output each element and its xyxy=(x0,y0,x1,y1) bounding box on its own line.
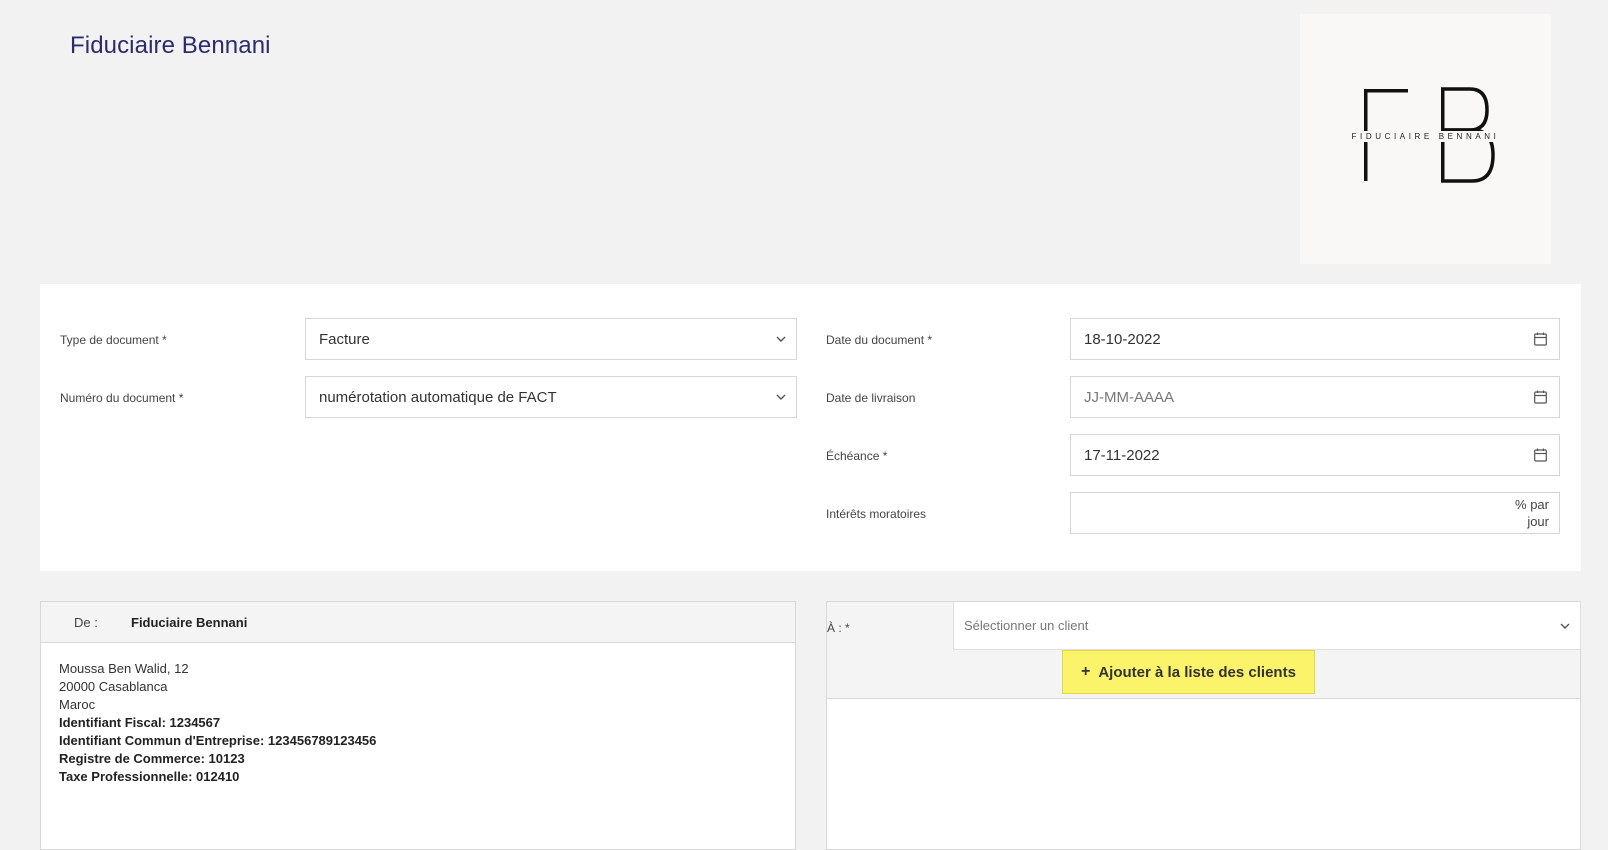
document-number-value: numérotation automatique de FACT xyxy=(319,388,557,406)
document-date-input[interactable]: 18-10-2022 xyxy=(1070,318,1560,360)
sender-tp: Taxe Professionnelle: 012410 xyxy=(59,769,240,784)
document-type-label: Type de document * xyxy=(60,333,167,347)
recipient-header: À : * Sélectionner un client + Ajouter à… xyxy=(827,602,1581,699)
document-date-label: Date du document * xyxy=(826,333,933,347)
sender-details: Moussa Ben Walid, 12 20000 Casablanca Ma… xyxy=(59,660,376,786)
due-date-label: Échéance * xyxy=(826,449,888,463)
calendar-icon[interactable] xyxy=(1534,390,1547,404)
recipient-card: À : * Sélectionner un client + Ajouter à… xyxy=(826,601,1581,850)
chevron-down-icon xyxy=(776,394,786,400)
add-client-button-label: Ajouter à la liste des clients xyxy=(1098,663,1296,681)
sender-rc: Registre de Commerce: 10123 xyxy=(59,751,245,766)
client-select-placeholder: Sélectionner un client xyxy=(964,618,1089,633)
logo-tagline: FIDUCIAIRE BENNANI xyxy=(1338,131,1513,142)
document-type-select[interactable]: Facture xyxy=(305,318,797,360)
sender-country: Maroc xyxy=(59,697,96,712)
due-date-value: 17-11-2022 xyxy=(1084,446,1160,464)
late-interest-input[interactable]: % par jour xyxy=(1070,492,1560,534)
sender-name: Fiduciaire Bennani xyxy=(131,615,248,630)
sender-label: De : xyxy=(74,615,98,630)
document-details-form: Type de document * Facture Numéro du doc… xyxy=(40,284,1581,571)
chevron-down-icon xyxy=(1560,623,1570,629)
sender-address-line2: 20000 Casablanca xyxy=(59,679,168,694)
company-logo: FIDUCIAIRE BENNANI xyxy=(1300,14,1551,264)
calendar-icon[interactable] xyxy=(1534,332,1547,346)
sender-fiscal-id: Identifiant Fiscal: 1234567 xyxy=(59,715,221,730)
sender-header: De : Fiduciaire Bennani xyxy=(41,602,795,643)
add-client-button[interactable]: + Ajouter à la liste des clients xyxy=(1062,650,1315,694)
calendar-icon[interactable] xyxy=(1534,448,1547,462)
delivery-date-input[interactable]: JJ-MM-AAAA xyxy=(1070,376,1560,418)
due-date-input[interactable]: 17-11-2022 xyxy=(1070,434,1560,476)
plus-icon: + xyxy=(1081,663,1091,680)
sender-ice: Identifiant Commun d'Entreprise: 1234567… xyxy=(59,733,377,748)
page-title: Fiduciaire Bennani xyxy=(70,32,271,59)
document-type-value: Facture xyxy=(319,330,370,348)
chevron-down-icon xyxy=(776,336,786,342)
document-number-label: Numéro du document * xyxy=(60,391,184,405)
client-select[interactable]: Sélectionner un client xyxy=(953,602,1581,650)
delivery-date-placeholder: JJ-MM-AAAA xyxy=(1084,388,1174,406)
late-interest-suffix: % par jour xyxy=(1515,497,1549,529)
late-interest-label: Intérêts moratoires xyxy=(826,507,927,521)
document-number-select[interactable]: numérotation automatique de FACT xyxy=(305,376,797,418)
sender-card: De : Fiduciaire Bennani Moussa Ben Walid… xyxy=(40,601,796,850)
sender-address-line1: Moussa Ben Walid, 12 xyxy=(59,661,189,676)
document-date-value: 18-10-2022 xyxy=(1084,330,1161,348)
recipient-label: À : * xyxy=(827,621,850,635)
delivery-date-label: Date de livraison xyxy=(826,391,916,405)
